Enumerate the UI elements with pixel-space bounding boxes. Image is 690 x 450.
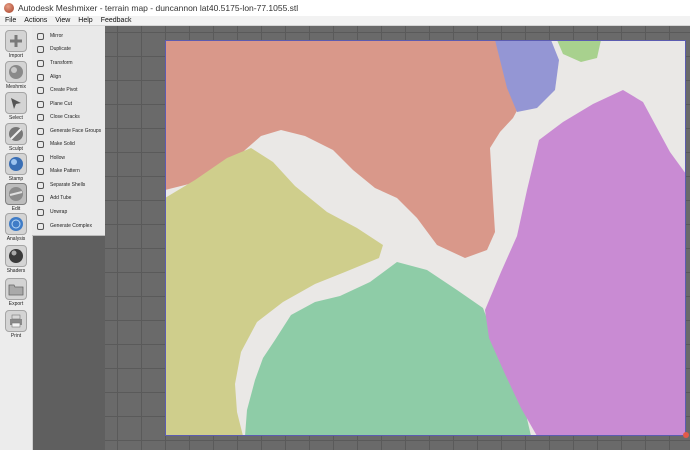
- align-icon: [37, 73, 44, 81]
- edit-item-generate-face-groups[interactable]: Generate Face Groups: [32, 125, 105, 137]
- meshmixer-logo-icon: [4, 3, 14, 13]
- make-solid-icon: [37, 140, 44, 148]
- menu-help[interactable]: Help: [78, 16, 92, 25]
- make-pattern-icon: [37, 167, 44, 175]
- edit-item-label: Make Pattern: [50, 168, 80, 174]
- edit-item-plane-cut[interactable]: Plane Cut: [32, 98, 105, 110]
- tool-analysis-label: Analysis: [6, 236, 26, 242]
- edit-item-hollow[interactable]: Hollow: [32, 152, 105, 164]
- close-cracks-icon: [37, 113, 44, 121]
- tool-meshmix[interactable]: Meshmix: [0, 61, 32, 90]
- edit-item-label: Generate Complex: [50, 223, 92, 229]
- menu-bar: File Actions View Help Feedback: [0, 16, 690, 26]
- edit-item-generate-complex[interactable]: Generate Complex: [32, 220, 105, 232]
- separate-shells-icon: [37, 181, 44, 189]
- edit-item-make-solid[interactable]: Make Solid: [32, 138, 105, 150]
- edit-submenu: Mirror Duplicate Transform Align Create …: [32, 26, 106, 236]
- tool-export-label: Export: [8, 301, 24, 307]
- select-cursor-icon: [5, 92, 27, 114]
- tool-sculpt[interactable]: Sculpt: [0, 123, 32, 152]
- tool-edit[interactable]: Edit: [0, 183, 32, 212]
- edit-item-separate-shells[interactable]: Separate Shells: [32, 179, 105, 191]
- tool-stamp[interactable]: Stamp: [0, 153, 32, 182]
- tool-analysis[interactable]: Analysis: [0, 213, 32, 242]
- edit-item-label: Close Cracks: [50, 114, 80, 120]
- edit-item-label: Make Solid: [50, 141, 75, 147]
- tool-edit-label: Edit: [11, 206, 21, 212]
- edit-item-add-tube[interactable]: Add Tube: [32, 192, 105, 204]
- menu-file[interactable]: File: [5, 16, 16, 25]
- tool-import[interactable]: Import: [0, 30, 32, 59]
- edit-item-label: Create Pivot: [50, 87, 78, 93]
- tool-select-label: Select: [9, 115, 23, 121]
- edit-item-align[interactable]: Align: [32, 71, 105, 83]
- menu-feedback[interactable]: Feedback: [101, 16, 132, 25]
- print-icon: [5, 310, 27, 332]
- tool-import-label: Import: [8, 53, 24, 59]
- edit-item-label: Separate Shells: [50, 182, 86, 188]
- edit-item-unwrap[interactable]: Unwrap: [32, 206, 105, 218]
- edit-item-make-pattern[interactable]: Make Pattern: [32, 165, 105, 177]
- edit-item-mirror[interactable]: Mirror: [32, 30, 105, 42]
- generate-complex-icon: [37, 222, 44, 230]
- edit-sphere-icon: [5, 183, 27, 205]
- edit-item-label: Duplicate: [50, 46, 71, 52]
- edit-item-duplicate[interactable]: Duplicate: [32, 43, 105, 55]
- menu-view[interactable]: View: [55, 16, 70, 25]
- hollow-icon: [37, 154, 44, 162]
- edit-item-label: Unwrap: [50, 209, 68, 215]
- plus-icon: [5, 30, 27, 52]
- face-groups-icon: [37, 127, 44, 135]
- plane-cut-icon: [37, 100, 44, 108]
- title-bar: Autodesk Meshmixer - terrain map - dunca…: [0, 0, 690, 16]
- duplicate-icon: [37, 45, 44, 53]
- edit-item-label: Plane Cut: [50, 101, 72, 107]
- edit-item-transform[interactable]: Transform: [32, 57, 105, 69]
- shaders-sphere-icon: [5, 245, 27, 267]
- tool-sculpt-label: Sculpt: [9, 146, 23, 152]
- menu-actions[interactable]: Actions: [24, 16, 47, 25]
- analysis-sphere-icon: [5, 213, 27, 235]
- unwrap-icon: [37, 208, 44, 216]
- tool-meshmix-label: Meshmix: [5, 84, 26, 90]
- tool-stamp-label: Stamp: [8, 176, 24, 182]
- tool-export[interactable]: Export: [0, 278, 32, 307]
- add-tube-icon: [37, 194, 44, 202]
- tool-print-label: Print: [10, 333, 22, 339]
- tool-shaders-label: Shaders: [6, 268, 26, 274]
- export-folder-icon: [5, 278, 27, 300]
- edit-item-label: Add Tube: [50, 195, 72, 201]
- stamp-icon: [5, 153, 27, 175]
- pivot-marker-icon[interactable]: [683, 432, 689, 438]
- transform-icon: [37, 59, 44, 67]
- window-title: Autodesk Meshmixer - terrain map - dunca…: [18, 3, 299, 13]
- edit-item-label: Transform: [50, 60, 73, 66]
- tool-print[interactable]: Print: [0, 310, 32, 339]
- tool-select[interactable]: Select: [0, 92, 32, 121]
- tool-palette: Import Meshmix Select Sculpt Stamp Edit: [0, 26, 33, 450]
- edit-item-close-cracks[interactable]: Close Cracks: [32, 111, 105, 123]
- edit-item-label: Generate Face Groups: [50, 128, 102, 134]
- meshmix-sphere-icon: [5, 61, 27, 83]
- edit-item-create-pivot[interactable]: Create Pivot: [32, 84, 105, 96]
- pivot-icon: [37, 86, 44, 94]
- edit-item-label: Hollow: [50, 155, 66, 161]
- edit-item-label: Mirror: [50, 33, 64, 39]
- terrain-mesh[interactable]: [165, 40, 686, 436]
- edit-item-label: Align: [50, 74, 62, 80]
- mirror-icon: [37, 32, 44, 40]
- sculpt-brush-icon: [5, 123, 27, 145]
- tool-shaders[interactable]: Shaders: [0, 245, 32, 274]
